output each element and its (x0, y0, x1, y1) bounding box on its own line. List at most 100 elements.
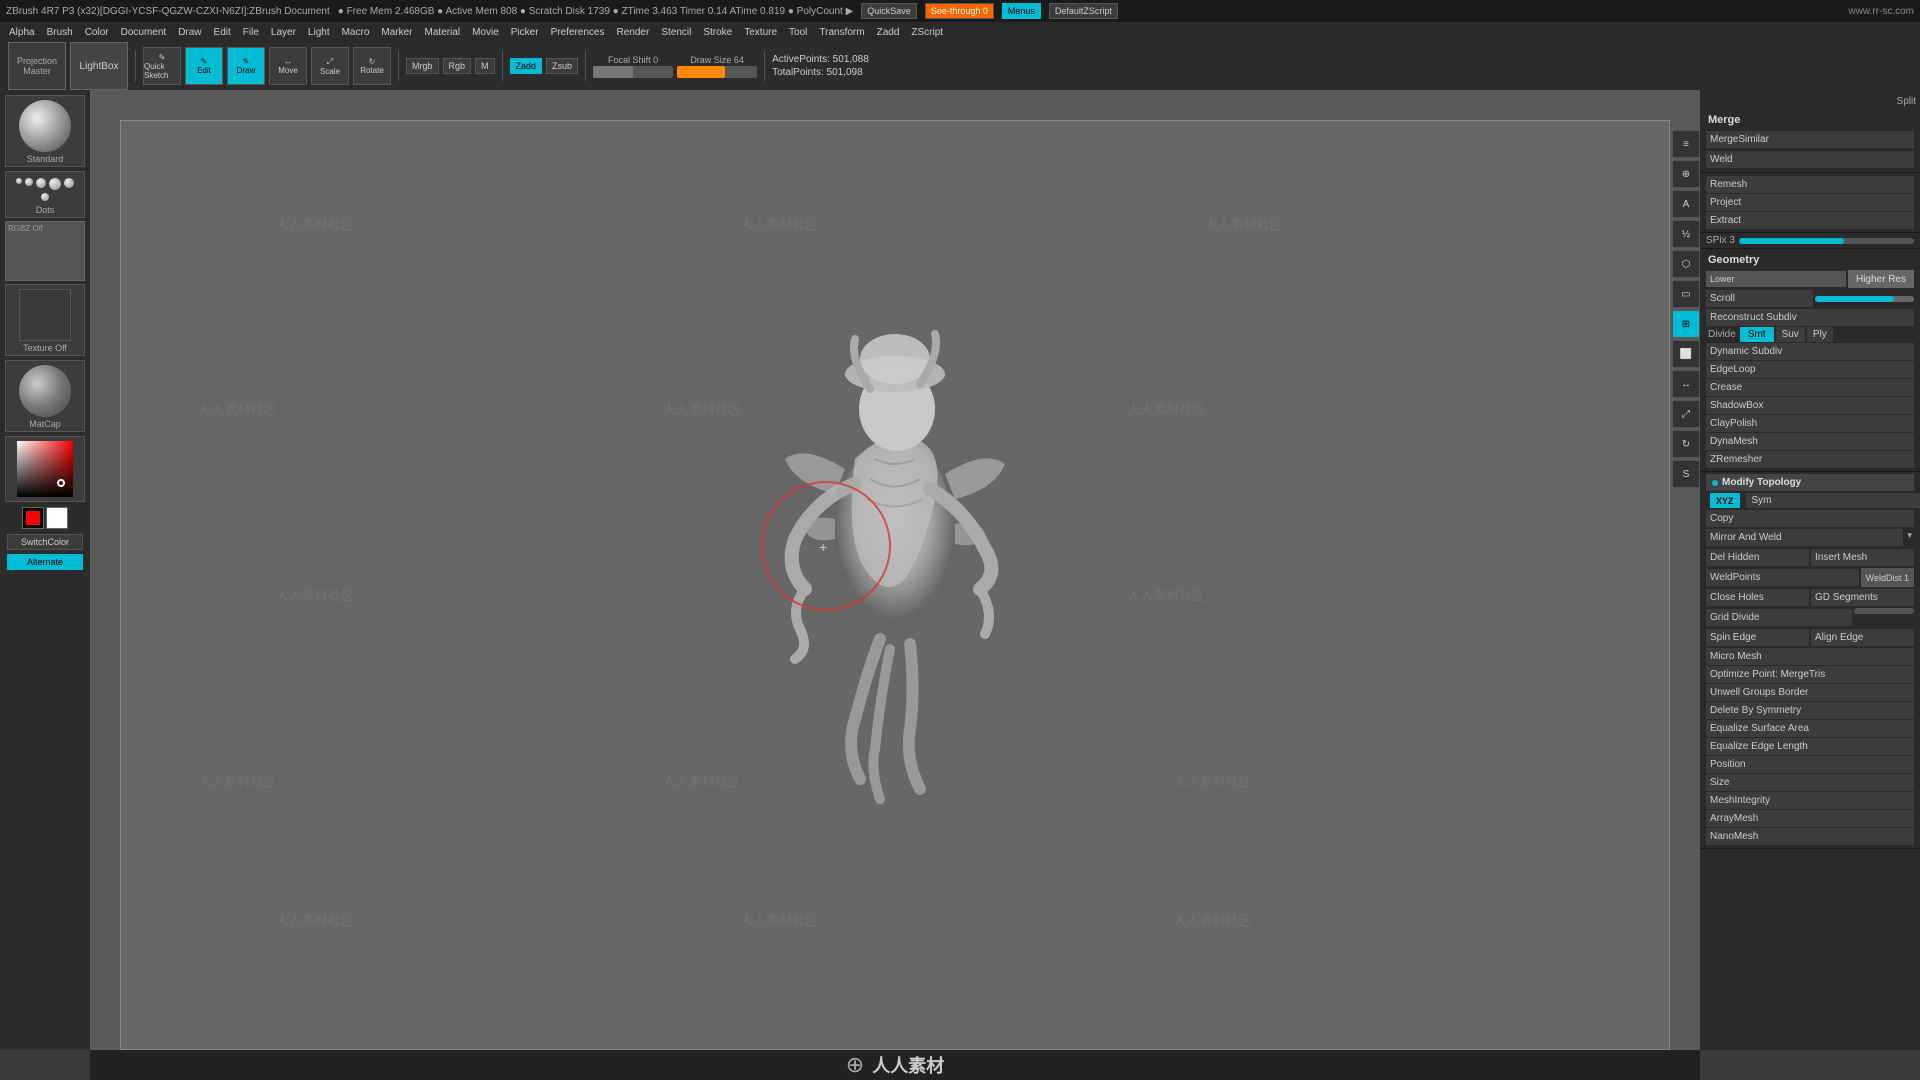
texture-preview[interactable]: Texture Off (5, 284, 85, 356)
xyz-button[interactable]: XYZ (1710, 493, 1740, 508)
mrgb-button[interactable]: Mrgb (406, 58, 439, 74)
scale-button[interactable]: ⤢ Scale (311, 47, 349, 85)
frame-btn[interactable]: ⬜ (1672, 340, 1700, 368)
claypolish-button[interactable]: ClayPolish (1706, 415, 1914, 432)
menu-light[interactable]: Light (303, 25, 335, 40)
position-button[interactable]: Position (1706, 756, 1914, 773)
nanomesh-button[interactable]: NanoMesh (1706, 828, 1914, 845)
material-preview[interactable]: MatCap (5, 360, 85, 432)
menu-movie[interactable]: Movie (467, 25, 504, 40)
smt-button[interactable]: Smt (1740, 327, 1774, 342)
projection-master-button[interactable]: Projection Master (8, 42, 66, 90)
color-picker[interactable] (5, 436, 85, 502)
black-swatch[interactable] (22, 507, 44, 529)
menu-marker[interactable]: Marker (376, 25, 417, 40)
focal-shift-slider[interactable] (593, 66, 673, 78)
zoom-icon-btn[interactable]: ⊕ (1672, 160, 1700, 188)
menu-color[interactable]: Color (80, 25, 114, 40)
higher-res-button[interactable]: Higher Res (1848, 270, 1914, 288)
menu-preferences[interactable]: Preferences (546, 25, 610, 40)
rotate-button[interactable]: ↻ Rotate (353, 47, 391, 85)
brush-stroke-preview[interactable]: Dots (5, 171, 85, 218)
menu-texture[interactable]: Texture (739, 25, 782, 40)
equalize-edge-button[interactable]: Equalize Edge Length (1706, 738, 1914, 755)
menu-brush[interactable]: Brush (42, 25, 78, 40)
modify-topology-header[interactable]: Modify Topology (1706, 474, 1914, 491)
aa-half-btn[interactable]: ½ (1672, 220, 1700, 248)
local-btn[interactable]: ⊞ (1672, 310, 1700, 338)
weld-dist-button[interactable]: WeldDist 1 (1861, 568, 1914, 587)
brush-preview[interactable]: Standard (5, 95, 85, 167)
menu-document[interactable]: Document (116, 25, 172, 40)
menu-draw[interactable]: Draw (173, 25, 206, 40)
menus-button[interactable]: Menus (1002, 3, 1041, 19)
menu-render[interactable]: Render (612, 25, 655, 40)
quick-sketch-button[interactable]: ✎ Quick Sketch (143, 47, 181, 85)
equalize-surface-button[interactable]: Equalize Surface Area (1706, 720, 1914, 737)
draw-size-control[interactable]: Draw Size 64 (677, 55, 757, 78)
del-hidden-button[interactable]: Del Hidden (1706, 549, 1809, 566)
optimize-button[interactable]: Optimize Point: MergeTris (1706, 666, 1914, 683)
m-button[interactable]: M (475, 58, 495, 74)
micro-mesh-button[interactable]: Micro Mesh (1706, 648, 1914, 665)
spin-edge-button[interactable]: Spin Edge (1706, 629, 1809, 646)
arraymesh-button[interactable]: ArrayMesh (1706, 810, 1914, 827)
edgeloop-button[interactable]: EdgeLoop (1706, 361, 1914, 378)
default-script-button[interactable]: DefaultZScript (1049, 3, 1118, 19)
edit-button[interactable]: ✎ Edit (185, 47, 223, 85)
unwell-border-button[interactable]: Unwell Groups Border (1706, 684, 1914, 701)
menu-macro[interactable]: Macro (337, 25, 375, 40)
size-slider[interactable] (1815, 296, 1914, 302)
grid-divide-button[interactable]: Grid Divide (1706, 609, 1852, 626)
menu-edit[interactable]: Edit (209, 25, 236, 40)
scroll-icon-btn[interactable]: ≡ (1672, 130, 1700, 158)
merge-title[interactable]: Merge (1706, 111, 1914, 129)
rotate-side-btn[interactable]: ↻ (1672, 430, 1700, 458)
move-side-btn[interactable]: ↔ (1672, 370, 1700, 398)
menu-transform[interactable]: Transform (814, 25, 869, 40)
delete-symmetry-button[interactable]: Delete By Symmetry (1706, 702, 1914, 719)
menu-picker[interactable]: Picker (506, 25, 544, 40)
quicksave-button[interactable]: QuickSave (861, 3, 917, 19)
white-swatch[interactable] (46, 507, 68, 529)
draw-button[interactable]: ✎ Draw (227, 47, 265, 85)
gd-segments-button[interactable]: GD Segments (1811, 589, 1914, 606)
dynamic-subdiv-button[interactable]: Dynamic Subdiv (1706, 343, 1914, 360)
zsub-button[interactable]: Zsub (546, 58, 578, 74)
spix-slider[interactable] (1739, 238, 1914, 244)
sym-button[interactable]: Sym (1746, 493, 1920, 508)
zremesher-button[interactable]: ZRemesher (1706, 451, 1914, 468)
see-through-button[interactable]: See-through 0 (925, 3, 994, 19)
weld-button[interactable]: Weld (1706, 151, 1914, 168)
remesh-button[interactable]: Remesh (1706, 176, 1914, 193)
draw-size-slider[interactable] (677, 66, 757, 78)
menu-stroke[interactable]: Stroke (698, 25, 737, 40)
ply-button[interactable]: Ply (1807, 327, 1833, 342)
lightbox-button[interactable]: LightBox (70, 42, 128, 90)
actual-icon-btn[interactable]: A (1672, 190, 1700, 218)
menu-file[interactable]: File (238, 25, 264, 40)
rgbz-control[interactable]: RGBZ Off (5, 221, 85, 281)
canvas-inner[interactable]: 人人素材社区 人人素材社区 人人素材社区 人人素材社区 人人素材社区 人人素材社… (120, 120, 1670, 1050)
mesh-integrity-button[interactable]: MeshIntegrity (1706, 792, 1914, 809)
mirror-weld-button[interactable]: Mirror And Weld (1706, 529, 1903, 546)
dynamic-persp-btn[interactable]: ⬡ (1672, 250, 1700, 278)
menu-alpha[interactable]: Alpha (4, 25, 40, 40)
size-button[interactable]: Size (1706, 774, 1914, 791)
dynamesh-button[interactable]: DynaMesh (1706, 433, 1914, 450)
zadd-button[interactable]: Zadd (510, 58, 543, 74)
merge-similar-button[interactable]: MergeSimilar (1706, 131, 1914, 148)
align-edge-button[interactable]: Align Edge (1811, 629, 1914, 646)
rgb-button[interactable]: Rgb (443, 58, 472, 74)
scroll-geo-button[interactable]: Scroll (1706, 290, 1813, 307)
switch-color-button[interactable]: SwitchColor (7, 534, 83, 550)
canvas-area[interactable]: 人人素材社区 人人素材社区 人人素材社区 人人素材社区 人人素材社区 人人素材社… (90, 90, 1700, 1080)
menu-zscript[interactable]: ZScript (906, 25, 948, 40)
copy-button[interactable]: Copy (1706, 510, 1914, 527)
focal-shift-control[interactable]: Focal Shift 0 (593, 55, 673, 78)
insert-mesh-button[interactable]: Insert Mesh (1811, 549, 1914, 566)
menu-layer[interactable]: Layer (266, 25, 301, 40)
crease-button[interactable]: Crease (1706, 379, 1914, 396)
suv-button[interactable]: Suv (1776, 327, 1805, 342)
color-gradient[interactable] (17, 441, 73, 497)
